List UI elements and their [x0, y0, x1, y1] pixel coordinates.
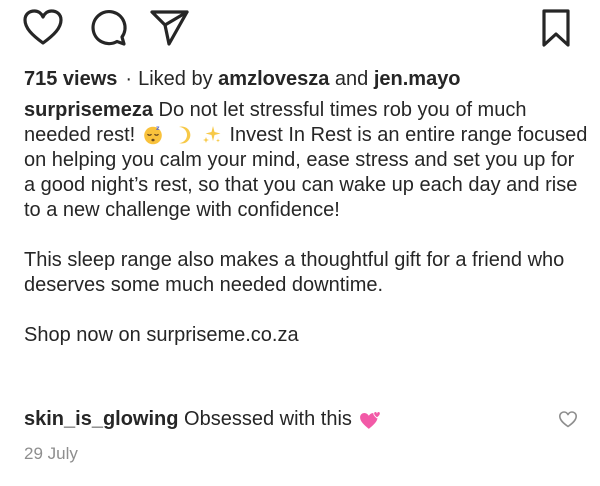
liked-by-prefix: Liked by — [138, 68, 213, 90]
comment-username-link[interactable]: skin_is_glowing — [24, 408, 178, 430]
svg-text:z: z — [156, 125, 160, 132]
caption-paragraph: This sleep range also makes a thoughtful… — [24, 249, 565, 296]
comment-row: skin_is_glowing Obsessed with this — [24, 406, 385, 432]
post-date: 29 July — [24, 444, 78, 463]
comment-bubble-icon[interactable] — [88, 7, 128, 47]
paper-plane-icon[interactable] — [148, 7, 190, 47]
liked-by-user-link[interactable]: jen.mayo — [374, 68, 461, 90]
post-caption: surprisemeza Do not let stressful times … — [24, 98, 590, 348]
liked-by-user-link[interactable]: amzlovesza — [218, 68, 329, 90]
caption-paragraph: Shop now on surpriseme.co.za — [24, 324, 299, 346]
two-hearts-emoji — [360, 411, 382, 429]
crescent-moon-emoji — [179, 126, 191, 144]
post-action-bar — [0, 0, 600, 58]
views-and-likes: 715 views · Liked by amzlovesza and jen.ma… — [24, 66, 461, 92]
heart-icon[interactable] — [22, 8, 64, 46]
comment-text: Obsessed with this — [184, 408, 352, 430]
views-count[interactable]: 715 views — [24, 68, 117, 90]
caption-paragraph: surprisemeza Do not let stressful times … — [24, 98, 590, 223]
bookmark-icon[interactable] — [540, 8, 572, 48]
sleeping-face-emoji: z — [143, 125, 162, 145]
sparkles-emoji — [202, 126, 221, 143]
separator-dot: · — [125, 68, 133, 90]
liked-by-and: and — [334, 68, 369, 90]
small-heart-icon[interactable] — [558, 410, 578, 428]
caption-username-link[interactable]: surprisemeza — [24, 99, 153, 121]
